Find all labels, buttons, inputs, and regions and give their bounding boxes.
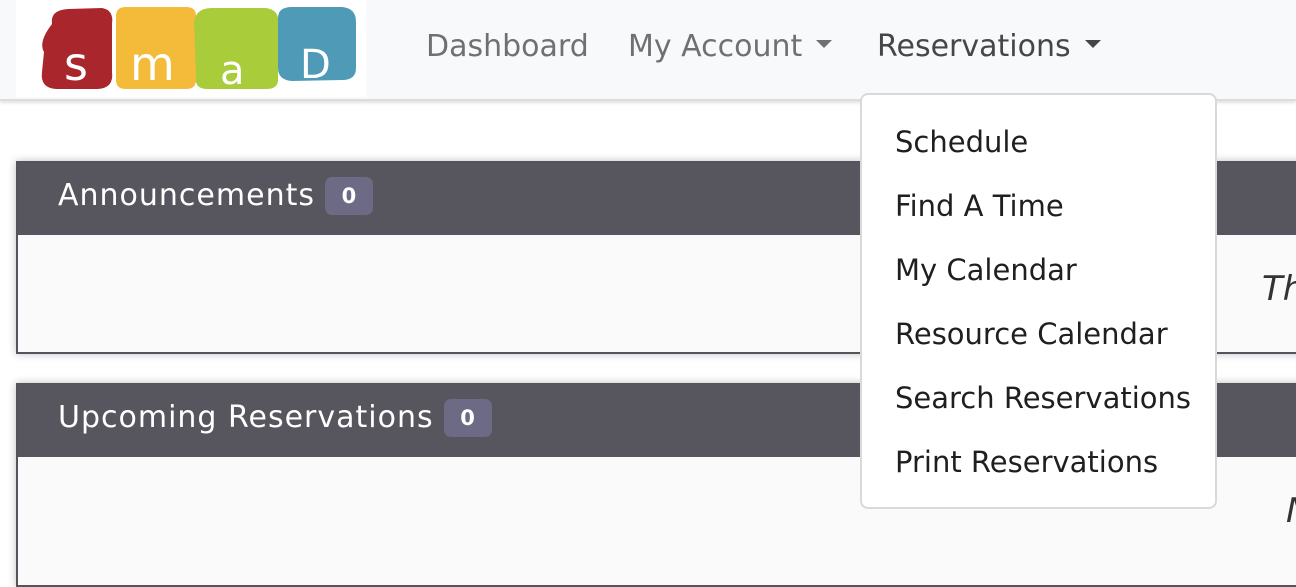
logo-letter-s: s (64, 37, 88, 91)
logo-letter-a: a (220, 48, 245, 94)
menu-item-search-reservations[interactable]: Search Reservations (895, 379, 1191, 417)
nav-my-account-dropdown[interactable]: My Account (628, 28, 833, 66)
menu-item-resource-calendar[interactable]: Resource Calendar (895, 315, 1168, 353)
logo-graphic: s m a D (41, 7, 356, 94)
upcoming-reservations-title: Upcoming Reservations 0 (58, 399, 492, 437)
menu-item-schedule[interactable]: Schedule (895, 123, 1028, 161)
caret-down-icon (816, 39, 833, 48)
menu-item-find-a-time[interactable]: Find A Time (895, 187, 1064, 225)
nav-my-account-label: My Account (628, 29, 803, 64)
announcements-title-text: Announcements (58, 178, 315, 213)
upcoming-reservations-body-text: N (1286, 491, 1296, 531)
announcements-title: Announcements 0 (58, 177, 373, 215)
nav-dashboard-link[interactable]: Dashboard (426, 28, 589, 66)
brand-logo[interactable]: s m a D (16, 0, 366, 97)
nav-reservations-dropdown[interactable]: Reservations (877, 28, 1101, 66)
reservations-dropdown-menu: Schedule Find A Time My Calendar Resourc… (860, 93, 1217, 509)
menu-item-my-calendar[interactable]: My Calendar (895, 251, 1077, 289)
caret-down-icon (1084, 39, 1101, 48)
upcoming-reservations-title-text: Upcoming Reservations (58, 400, 434, 435)
logo-letter-d: D (300, 42, 331, 88)
logo-letter-m: m (130, 37, 175, 91)
menu-item-print-reservations[interactable]: Print Reservations (895, 443, 1158, 481)
nav-dashboard-label: Dashboard (426, 29, 589, 64)
top-navbar: s m a D Dashboard My Account Reservation… (0, 0, 1296, 101)
announcements-body-text: Th (1262, 269, 1296, 309)
announcements-count-badge: 0 (324, 177, 373, 215)
nav-reservations-label: Reservations (877, 29, 1071, 64)
upcoming-reservations-count-badge: 0 (443, 399, 492, 437)
